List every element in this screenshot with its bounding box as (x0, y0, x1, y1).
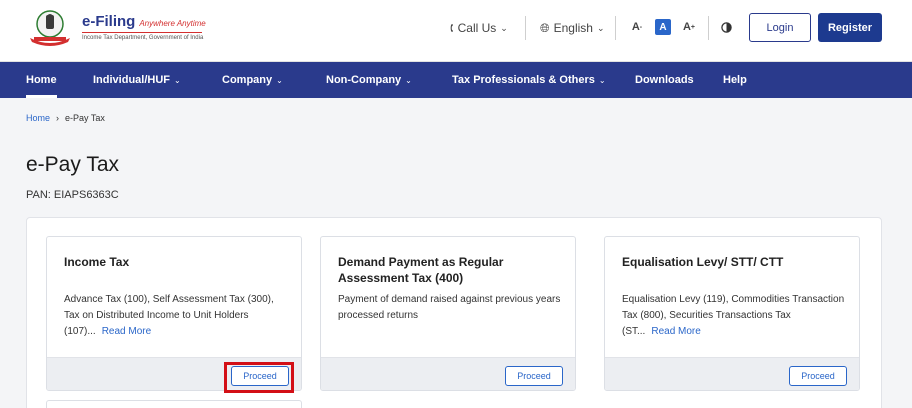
call-us-label: Call Us (457, 21, 497, 35)
font-decrease-button[interactable]: A- (629, 19, 645, 35)
card-equalisation-levy: Equalisation Levy/ STT/ CTT Equalisation… (604, 236, 860, 391)
chevron-down-icon: ⌄ (405, 75, 412, 85)
card-title: Income Tax (64, 255, 130, 269)
brand-subtitle: Income Tax Department, Government of Ind… (82, 35, 204, 41)
breadcrumb-home-link[interactable]: Home (26, 113, 50, 123)
nav-item-tax-professionals[interactable]: Tax Professionals & Others ⌄ (452, 62, 606, 98)
chevron-down-icon: ⌄ (500, 22, 508, 33)
card-demand-payment: Demand Payment as Regular Assessment Tax… (320, 236, 576, 391)
breadcrumb-current: e-Pay Tax (65, 113, 105, 123)
chevron-down-icon: ⌄ (174, 75, 181, 85)
nav-item-individual-huf[interactable]: Individual/HUF ⌄ (93, 62, 181, 98)
card-footer: Proceed (321, 357, 575, 390)
chevron-down-icon: ⌄ (276, 75, 283, 85)
card-description: Advance Tax (100), Self Assessment Tax (… (64, 294, 274, 337)
emblem-icon (30, 10, 70, 46)
globe-icon: 🌐︎ (540, 20, 550, 35)
card-next-row (46, 400, 302, 408)
breadcrumb-separator: › (56, 113, 60, 123)
header-divider (615, 16, 616, 40)
contrast-toggle-icon[interactable] (718, 19, 734, 35)
nav-item-help[interactable]: Help (723, 62, 747, 98)
page-title: e-Pay Tax (26, 153, 119, 176)
breadcrumb: Home › e-Pay Tax (26, 113, 105, 123)
efiling-logo[interactable]: e-Filing Anywhere Anytime Income Tax Depa… (26, 8, 216, 48)
proceed-button[interactable]: Proceed (505, 366, 563, 386)
nav-item-downloads[interactable]: Downloads (635, 62, 694, 98)
phone-icon: 🕻 (450, 20, 454, 35)
font-increase-button[interactable]: A + (681, 19, 697, 35)
language-dropdown[interactable]: 🌐︎ English ⌄ (540, 19, 605, 37)
header-divider (708, 16, 709, 40)
card-footer: Proceed (605, 357, 859, 390)
brand-tagline: Anywhere Anytime (139, 19, 206, 28)
header-divider (525, 16, 526, 40)
proceed-button[interactable]: Proceed (789, 366, 847, 386)
highlight-box (224, 362, 294, 393)
brand-divider (82, 32, 202, 33)
nav-item-non-company[interactable]: Non-Company ⌄ (326, 62, 412, 98)
call-us-dropdown[interactable]: 🕻 Call Us ⌄ (450, 19, 508, 37)
language-label: English (553, 21, 593, 35)
chevron-down-icon: ⌄ (598, 75, 606, 85)
card-description: Equalisation Levy (119), Commodities Tra… (622, 294, 845, 337)
card-description: Payment of demand raised against previou… (338, 294, 561, 321)
read-more-link[interactable]: Read More (651, 326, 700, 337)
card-title: Equalisation Levy/ STT/ CTT (622, 255, 784, 269)
chevron-down-icon: ⌄ (596, 22, 605, 33)
font-normal-button[interactable]: A (655, 19, 671, 35)
brand-name: e-Filing Anywhere Anytime (82, 13, 206, 30)
login-button[interactable]: Login (749, 13, 811, 42)
read-more-link[interactable]: Read More (102, 326, 151, 337)
main-nav: Home Individual/HUF ⌄ Company ⌄ Non-Compan… (0, 62, 912, 98)
site-header: e-Filing Anywhere Anytime Income Tax Depa… (0, 0, 912, 62)
card-title: Demand Payment as Regular Assessment Tax… (338, 255, 504, 285)
nav-item-home[interactable]: Home (26, 62, 57, 98)
nav-item-company[interactable]: Company ⌄ (222, 62, 283, 98)
pan-number: PAN: EIAPS6363C (26, 189, 119, 201)
register-button[interactable]: Register (818, 13, 882, 42)
